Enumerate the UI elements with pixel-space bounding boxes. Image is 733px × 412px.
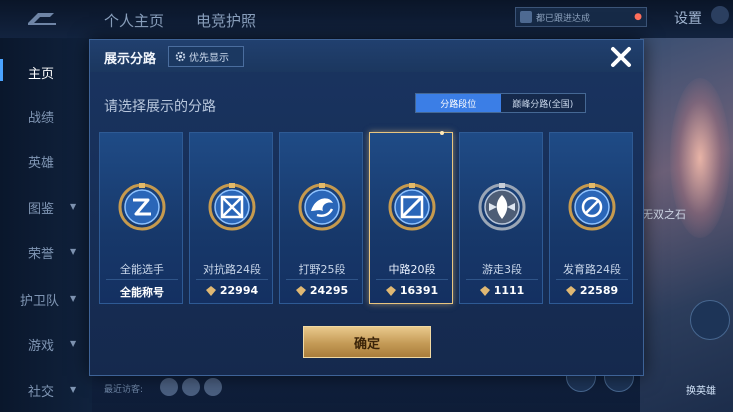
tab-lane-rank[interactable]: 分路段位 xyxy=(416,94,501,112)
priority-display-button[interactable]: 优先显示 xyxy=(168,46,244,67)
sidebar-item-label: 护卫队 xyxy=(20,294,60,309)
lane-score-value: 1111 xyxy=(493,284,525,297)
notice-badge-icon: ● xyxy=(634,12,642,22)
roam-icon xyxy=(478,183,526,231)
lane-card-roam[interactable]: 游走3段 1111 xyxy=(459,132,543,304)
jungle-icon xyxy=(298,183,346,231)
lane-score-value: 22994 xyxy=(219,284,259,297)
score-icon xyxy=(565,285,576,296)
lane-card-clash[interactable]: 对抗路24段 22994 xyxy=(189,132,273,304)
chevron-down-icon: ▼ xyxy=(70,339,77,348)
dialog-title: 展示分路 xyxy=(104,52,157,67)
sidebar-item-label: 社交 xyxy=(28,385,55,400)
lane-label: 中路20段 xyxy=(388,263,436,276)
lane-score-value: 16391 xyxy=(399,284,439,297)
close-icon[interactable] xyxy=(607,43,635,71)
score-icon xyxy=(205,285,216,296)
back-logo-icon[interactable] xyxy=(24,8,60,28)
visitor-avatar[interactable] xyxy=(204,378,222,396)
lane-card-all-round[interactable]: 全能选手 全能称号 xyxy=(99,132,183,304)
score-icon xyxy=(385,285,396,296)
lane-score-value: 全能称号 xyxy=(120,286,164,299)
divider xyxy=(556,279,628,280)
chevron-down-icon: ▼ xyxy=(70,385,77,394)
lane-label: 游走3段 xyxy=(482,263,522,276)
ranking-toggle: 分路段位 巅峰分路(全国) xyxy=(415,93,586,113)
visitor-avatar[interactable] xyxy=(160,378,178,396)
tab-personal-home[interactable]: 个人主页 xyxy=(104,10,164,31)
score-icon xyxy=(295,285,306,296)
lane-score: 16391 xyxy=(370,284,454,297)
gear-icon xyxy=(175,51,186,62)
sidebar-item-label: 荣誉 xyxy=(28,247,55,262)
lane-score: 24295 xyxy=(280,284,364,297)
lane-score-value: 22589 xyxy=(579,284,619,297)
top-close-icon[interactable] xyxy=(711,6,729,24)
lane-display-dialog: 展示分路 优先显示 请选择展示的分路 分路段位 巅峰分路(全国) 全能选手 全能… xyxy=(89,39,644,376)
lane-label: 对抗路24段 xyxy=(203,263,261,276)
sidebar-item-label: 游戏 xyxy=(28,339,55,354)
sidebar-item-label: 战绩 xyxy=(28,111,55,126)
avatar xyxy=(520,11,532,23)
lane-card-jungle[interactable]: 打野25段 24295 xyxy=(279,132,363,304)
lane-card-mid[interactable]: 中路20段 16391 xyxy=(369,131,454,304)
priority-display-label: 优先显示 xyxy=(189,53,229,64)
lane-score: 1111 xyxy=(460,284,544,297)
chevron-down-icon: ▼ xyxy=(70,202,77,211)
sidebar: 主页 战绩 英雄 图鉴 ▼ 荣誉 ▼ 护卫队 ▼ 游戏 ▼ 社交 ▼ xyxy=(0,38,92,412)
hero-portrait xyxy=(640,38,733,412)
lane-label: 打野25段 xyxy=(298,263,346,276)
score-icon xyxy=(479,285,490,296)
user-banner[interactable]: 都已跟进达成 ● xyxy=(515,7,647,27)
lane-score: 全能称号 xyxy=(100,284,184,300)
side-caption: 无双之石 xyxy=(642,208,686,221)
farm-lane-icon xyxy=(568,183,616,231)
sidebar-item-label: 英雄 xyxy=(28,156,55,171)
divider xyxy=(376,279,448,280)
mid-lane-icon xyxy=(388,183,436,231)
chevron-down-icon: ▼ xyxy=(70,294,77,303)
recent-visitors-label: 最近访客: xyxy=(104,385,144,395)
round-action-button[interactable] xyxy=(690,300,730,340)
chevron-down-icon: ▼ xyxy=(70,247,77,256)
clash-lane-icon xyxy=(208,183,256,231)
lane-label: 发育路24段 xyxy=(563,263,621,276)
lane-score: 22994 xyxy=(190,284,274,297)
confirm-button[interactable]: 确定 xyxy=(303,326,431,358)
swap-hero-button[interactable]: 换英雄 xyxy=(686,382,716,397)
lane-score: 22589 xyxy=(550,284,634,297)
settings-button[interactable]: 设置 xyxy=(674,8,702,28)
tab-peak-lane-national[interactable]: 巅峰分路(全国) xyxy=(500,94,585,112)
divider xyxy=(196,279,268,280)
user-banner-text: 都已跟进达成 xyxy=(536,13,591,24)
sidebar-item-label: 主页 xyxy=(28,67,55,82)
lane-label: 全能选手 xyxy=(120,263,164,276)
divider xyxy=(286,279,358,280)
top-bar: 个人主页 电竞护照 都已跟进达成 ● 设置 xyxy=(0,0,733,38)
divider xyxy=(466,279,538,280)
lane-score-value: 24295 xyxy=(309,284,349,297)
lane-card-farm[interactable]: 发育路24段 22589 xyxy=(549,132,633,304)
dialog-header: 展示分路 优先显示 xyxy=(90,40,643,72)
sidebar-item-label: 图鉴 xyxy=(28,202,55,217)
all-round-icon xyxy=(118,183,166,231)
visitor-avatar[interactable] xyxy=(182,378,200,396)
dialog-subtitle: 请选择展示的分路 xyxy=(104,99,216,115)
divider xyxy=(106,279,178,280)
tab-esports-passport[interactable]: 电竞护照 xyxy=(196,10,256,31)
